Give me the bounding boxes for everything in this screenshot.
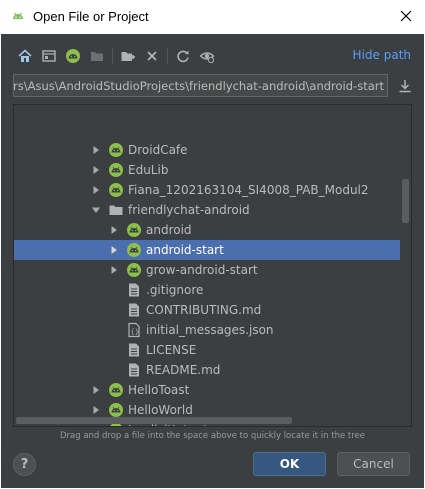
- download-icon: [399, 80, 411, 93]
- refresh-icon: [177, 50, 189, 63]
- android-project-icon: [108, 182, 124, 198]
- android-studio-icon: [11, 9, 25, 23]
- tree-row[interactable]: EduLib: [14, 160, 400, 180]
- close-icon: [400, 10, 412, 22]
- path-field[interactable]: Jsers\Asus\AndroidStudioProjects\friendl…: [13, 74, 388, 97]
- tree-row-label: initial_messages.json: [146, 323, 274, 337]
- tree-row-label: LICENSE: [146, 343, 197, 357]
- android-project-icon: [108, 142, 124, 158]
- tree-row[interactable]: HelloToast: [14, 380, 400, 400]
- toolbar-separator: [112, 48, 113, 64]
- close-button[interactable]: [391, 2, 421, 30]
- download-button[interactable]: [395, 76, 415, 96]
- android-project-icon: [126, 242, 142, 258]
- tree-row[interactable]: Fiana_1202163104_SI4008_PAB_Modul2: [14, 180, 400, 200]
- desktop-icon: [42, 50, 56, 62]
- android-project-icon: [126, 262, 142, 278]
- file-icon: [126, 342, 142, 358]
- tree-row[interactable]: android: [14, 220, 400, 240]
- cancel-button[interactable]: Cancel: [337, 452, 410, 476]
- hide-path-link[interactable]: Hide path: [353, 48, 411, 62]
- home-button[interactable]: [13, 45, 37, 67]
- chevron-right-icon[interactable]: [90, 184, 102, 196]
- svg-text:{}: {}: [131, 328, 139, 336]
- json-file-icon: {}: [126, 322, 142, 338]
- tree-row-label: android-start: [146, 243, 224, 257]
- chevron-right-icon[interactable]: [90, 144, 102, 156]
- desktop-button[interactable]: [37, 45, 61, 67]
- window-title: Open File or Project: [33, 9, 149, 24]
- tree-row-label: Fiana_1202163104_SI4008_PAB_Modul2: [128, 183, 369, 197]
- chevron-right-icon[interactable]: [90, 384, 102, 396]
- android-project-icon: [108, 382, 124, 398]
- chevron-right-icon[interactable]: [90, 424, 102, 426]
- ok-button[interactable]: OK: [253, 452, 326, 476]
- chevron-right-icon[interactable]: [90, 404, 102, 416]
- help-button[interactable]: ?: [13, 453, 36, 476]
- android-project-icon: [108, 162, 124, 178]
- tree-row-label: README.md: [146, 363, 221, 377]
- show-hidden-icon: [199, 52, 215, 64]
- tree-row[interactable]: friendlychat-android: [14, 200, 400, 220]
- module-icon: [91, 52, 103, 61]
- tree-row[interactable]: android-start: [14, 240, 400, 260]
- android-project-icon: [108, 402, 124, 418]
- horizontal-scrollbar[interactable]: [16, 417, 292, 424]
- chevron-right-icon[interactable]: [108, 244, 120, 256]
- android-project-icon: [126, 222, 142, 238]
- file-icon: [126, 302, 142, 318]
- tree-row-label: HelloToast: [128, 383, 190, 397]
- tree-row[interactable]: DroidCafe: [14, 140, 400, 160]
- tree-row[interactable]: README.md: [14, 360, 400, 380]
- tree-row-label: friendlychat-android: [128, 203, 250, 217]
- delete-icon: [147, 51, 157, 61]
- tree-row-label: DroidCafe: [128, 143, 188, 157]
- toolbar: [13, 45, 219, 67]
- tree-row-label: android: [146, 223, 192, 237]
- chevron-right-icon[interactable]: [108, 264, 120, 276]
- tree-row[interactable]: {} initial_messages.json: [14, 320, 400, 340]
- dialog-body: Hide path Jsers\Asus\AndroidStudioProjec…: [1, 34, 424, 488]
- module-button[interactable]: [85, 45, 109, 67]
- chevron-right-icon[interactable]: [108, 224, 120, 236]
- android-project-icon: [66, 49, 80, 63]
- file-icon: [126, 282, 142, 298]
- tree-row[interactable]: .gitignore: [14, 280, 400, 300]
- tree-row-label: grow-android-start: [146, 263, 258, 277]
- file-icon: [126, 362, 142, 378]
- file-tree[interactable]: DroidCafe EduLib Fiana_1202163104_SI4008_P…: [13, 104, 412, 427]
- chevron-down-icon[interactable]: [90, 204, 102, 216]
- chevron-right-icon[interactable]: [90, 164, 102, 176]
- home-icon: [18, 49, 32, 62]
- new-folder-icon: [121, 52, 135, 61]
- title-bar: Open File or Project: [0, 0, 425, 34]
- path-value: Jsers\Asus\AndroidStudioProjects\friendl…: [13, 79, 384, 93]
- drag-drop-hint: Drag and drop a file into the space abov…: [59, 431, 365, 441]
- tree-row[interactable]: LICENSE: [14, 340, 400, 360]
- new-folder-button[interactable]: [116, 45, 140, 67]
- android-project-button[interactable]: [61, 45, 85, 67]
- tree-row-label: CONTRIBUTING.md: [146, 303, 262, 317]
- vertical-scrollbar[interactable]: [402, 179, 409, 223]
- toolbar-separator: [167, 48, 168, 64]
- show-hidden-button[interactable]: [195, 45, 219, 67]
- tree-row[interactable]: grow-android-start: [14, 260, 400, 280]
- tree-row-label: HelloWorld: [128, 403, 193, 417]
- tree-row[interactable]: CONTRIBUTING.md: [14, 300, 400, 320]
- delete-button[interactable]: [140, 45, 164, 67]
- tree-row-label: EduLib: [128, 163, 169, 177]
- folder-icon: [108, 202, 124, 218]
- tree-row-label: .gitignore: [146, 283, 204, 297]
- refresh-button[interactable]: [171, 45, 195, 67]
